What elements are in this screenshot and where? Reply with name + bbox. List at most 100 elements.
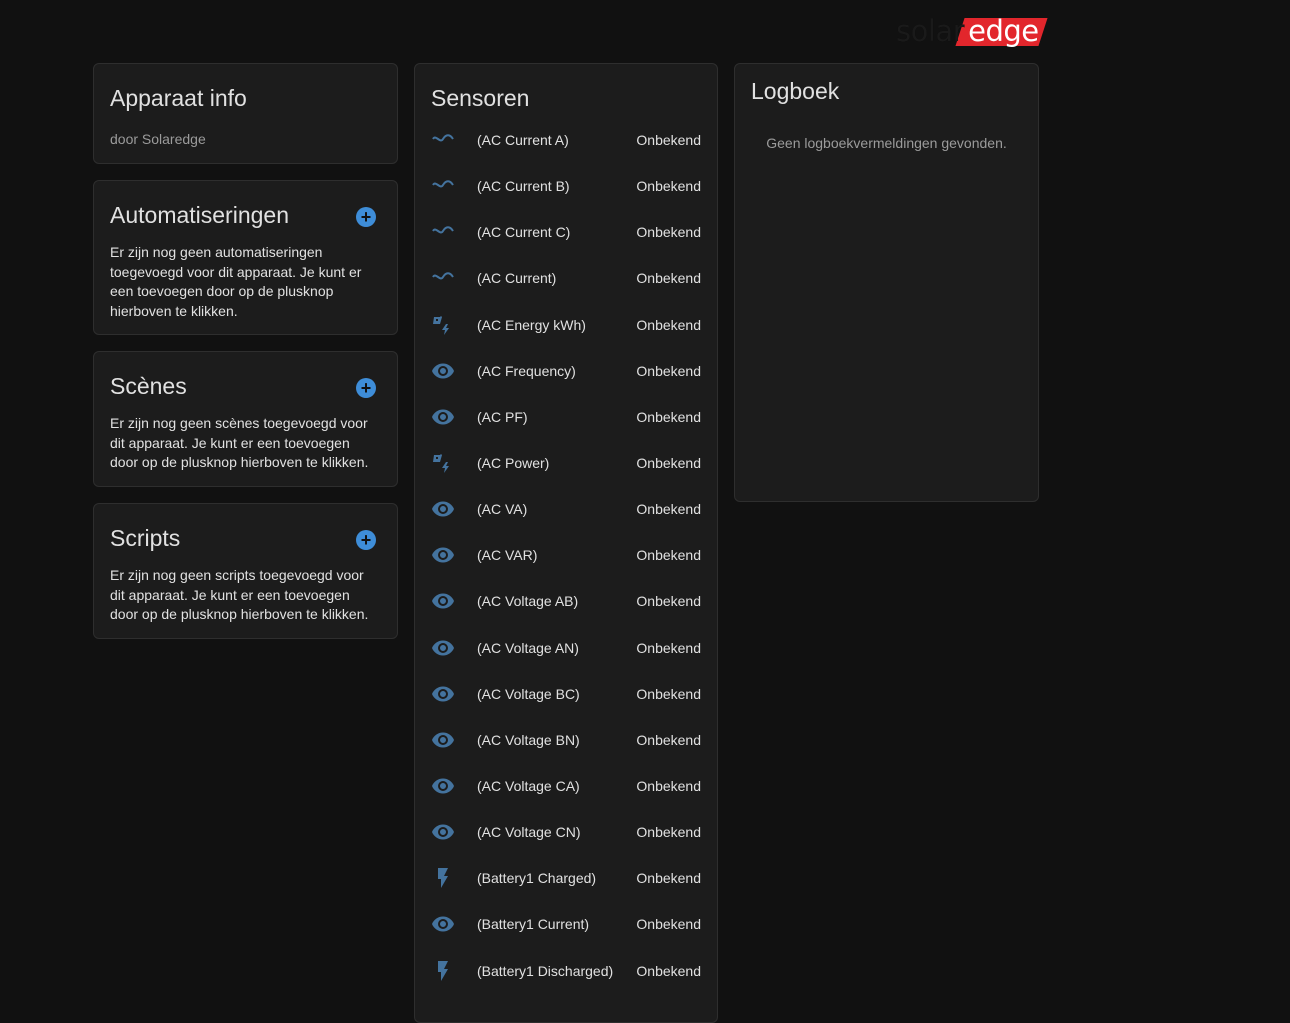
sensor-name: (AC Current A) bbox=[477, 132, 569, 148]
sensor-row[interactable]: (Battery1 Discharged) Onbekend bbox=[415, 949, 717, 995]
sensor-row[interactable]: (AC VAR) Onbekend bbox=[415, 533, 717, 579]
sensor-state: Onbekend bbox=[636, 777, 701, 794]
sensor-row[interactable]: (AC Current B) Onbekend bbox=[415, 164, 717, 210]
sensor-row[interactable]: (AC Voltage AN) Onbekend bbox=[415, 626, 717, 672]
solar-power-icon bbox=[431, 313, 455, 337]
sensor-name: (AC Voltage CN) bbox=[477, 824, 581, 841]
eye-icon bbox=[431, 589, 455, 613]
plus-icon: + bbox=[360, 378, 372, 398]
sensor-row[interactable]: (AC Voltage BC) Onbekend bbox=[415, 672, 717, 718]
sensor-name: (AC VA) bbox=[477, 501, 528, 518]
sensor-state: Onbekend bbox=[636, 547, 701, 564]
sensor-name: (AC Energy kWh) bbox=[477, 316, 586, 333]
eye-icon bbox=[431, 912, 455, 936]
current-ac-icon bbox=[431, 266, 455, 290]
eye-icon bbox=[431, 728, 455, 752]
sensor-row[interactable]: (AC Voltage AB) Onbekend bbox=[415, 579, 717, 625]
sensors-title: Sensoren bbox=[431, 85, 530, 111]
sensor-row[interactable]: (AC Frequency) Onbekend bbox=[415, 349, 717, 395]
eye-icon bbox=[431, 636, 455, 660]
device-info-card: Apparaat info door Solaredge bbox=[93, 63, 398, 164]
sensor-name: (AC Current) bbox=[477, 270, 557, 287]
sensor-row[interactable]: (AC VA) Onbekend bbox=[415, 487, 717, 533]
sensor-list: (AC Current A) Onbekend (AC Current B) Onbe… bbox=[415, 118, 717, 995]
sensor-name: (AC Current B) bbox=[477, 178, 570, 195]
sensor-row[interactable]: (AC Voltage CN) Onbekend bbox=[415, 810, 717, 856]
scripts-empty-text: Er zijn nog geen scripts toegevoegd voor… bbox=[110, 567, 369, 622]
flash-icon bbox=[431, 959, 455, 983]
automations-card: Automatiseringen + Er zijn nog geen auto… bbox=[93, 180, 398, 335]
eye-icon bbox=[431, 682, 455, 706]
add-script-button[interactable]: + bbox=[356, 530, 376, 550]
sensor-name: (AC Current C) bbox=[477, 224, 571, 241]
scripts-card: Scripts + Er zijn nog geen scripts toege… bbox=[93, 503, 398, 639]
sensor-name: (AC PF) bbox=[477, 408, 528, 425]
sensor-state: Onbekend bbox=[636, 870, 701, 887]
sensor-state: Onbekend bbox=[636, 593, 701, 610]
logbook-card: Logboek Geen logboekvermeldingen gevonde… bbox=[734, 63, 1039, 502]
current-ac-icon bbox=[431, 220, 455, 244]
plus-icon: + bbox=[360, 530, 372, 550]
sensor-name: (AC Voltage BC) bbox=[477, 685, 580, 702]
eye-icon bbox=[431, 359, 455, 383]
sensor-state: Onbekend bbox=[636, 132, 701, 148]
scenes-card: Scènes + Er zijn nog geen scènes toegevo… bbox=[93, 351, 398, 487]
plus-icon: + bbox=[360, 207, 372, 227]
add-automation-button[interactable]: + bbox=[356, 207, 376, 227]
sensor-row[interactable]: (AC Current A) Onbekend bbox=[415, 118, 717, 164]
scenes-empty-text: Er zijn nog geen scènes toegevoegd voor … bbox=[110, 415, 369, 470]
sensor-row[interactable]: (AC Voltage CA) Onbekend bbox=[415, 764, 717, 810]
sensor-state: Onbekend bbox=[636, 408, 701, 425]
eye-icon bbox=[431, 774, 455, 798]
sensor-row[interactable]: (AC Power) Onbekend bbox=[415, 441, 717, 487]
sensor-name: (AC Voltage AB) bbox=[477, 593, 579, 610]
flash-icon bbox=[431, 866, 455, 890]
sensor-name: (AC Voltage CA) bbox=[477, 777, 580, 794]
current-ac-icon bbox=[431, 174, 455, 198]
device-manufacturer: door Solaredge bbox=[110, 131, 206, 147]
sensor-state: Onbekend bbox=[636, 362, 701, 379]
sensor-state: Onbekend bbox=[636, 224, 701, 241]
sensor-state: Onbekend bbox=[636, 824, 701, 841]
sensor-row[interactable]: (AC Current) Onbekend bbox=[415, 256, 717, 302]
sensor-row[interactable]: (AC Voltage BN) Onbekend bbox=[415, 718, 717, 764]
sensor-state: Onbekend bbox=[636, 501, 701, 518]
scenes-title: Scènes bbox=[110, 373, 187, 399]
sensor-state: Onbekend bbox=[636, 685, 701, 702]
sensor-state: Onbekend bbox=[636, 639, 701, 656]
eye-icon bbox=[431, 543, 455, 567]
sensor-state: Onbekend bbox=[636, 270, 701, 287]
sensor-name: (AC Frequency) bbox=[477, 362, 576, 379]
eye-icon bbox=[431, 820, 455, 844]
sensor-state: Onbekend bbox=[636, 178, 701, 195]
eye-icon bbox=[431, 497, 455, 521]
sensor-state: Onbekend bbox=[636, 731, 701, 748]
sensor-row[interactable]: (Battery1 Charged) Onbekend bbox=[415, 856, 717, 902]
scripts-title: Scripts bbox=[110, 525, 181, 551]
sensor-row[interactable]: (Battery1 Current) Onbekend bbox=[415, 902, 717, 948]
sensor-row[interactable]: (AC Energy kWh) Onbekend bbox=[415, 303, 717, 349]
sensor-name: (AC VAR) bbox=[477, 547, 538, 564]
logo-text-solar: solar bbox=[896, 14, 965, 48]
automations-empty-text: Er zijn nog geen automatiseringen toegev… bbox=[110, 244, 362, 319]
sensor-row[interactable]: (AC PF) Onbekend bbox=[415, 395, 717, 441]
logo-text-edge: edge bbox=[960, 14, 1043, 48]
sensor-name: (Battery1 Charged) bbox=[477, 870, 597, 887]
add-scene-button[interactable]: + bbox=[356, 378, 376, 398]
device-info-title: Apparaat info bbox=[110, 85, 247, 111]
current-ac-icon bbox=[431, 128, 455, 152]
solaredge-logo: solar edge bbox=[896, 14, 1043, 48]
sensor-state: Onbekend bbox=[636, 316, 701, 333]
sensor-state: Onbekend bbox=[636, 962, 701, 979]
sensors-card: Sensoren (AC Current A) Onbekend (AC Curre… bbox=[414, 63, 718, 1023]
solar-power-icon bbox=[431, 451, 455, 475]
sensor-state: Onbekend bbox=[636, 916, 701, 933]
sensor-name: (Battery1 Discharged) bbox=[477, 962, 614, 979]
eye-icon bbox=[431, 405, 455, 429]
sensor-row[interactable]: (AC Current C) Onbekend bbox=[415, 210, 717, 256]
sensor-state: Onbekend bbox=[636, 454, 701, 471]
sensor-name: (AC Power) bbox=[477, 454, 550, 471]
sensor-name: (AC Voltage AN) bbox=[477, 639, 579, 656]
logbook-title: Logboek bbox=[751, 78, 840, 104]
automations-title: Automatiseringen bbox=[110, 202, 289, 228]
